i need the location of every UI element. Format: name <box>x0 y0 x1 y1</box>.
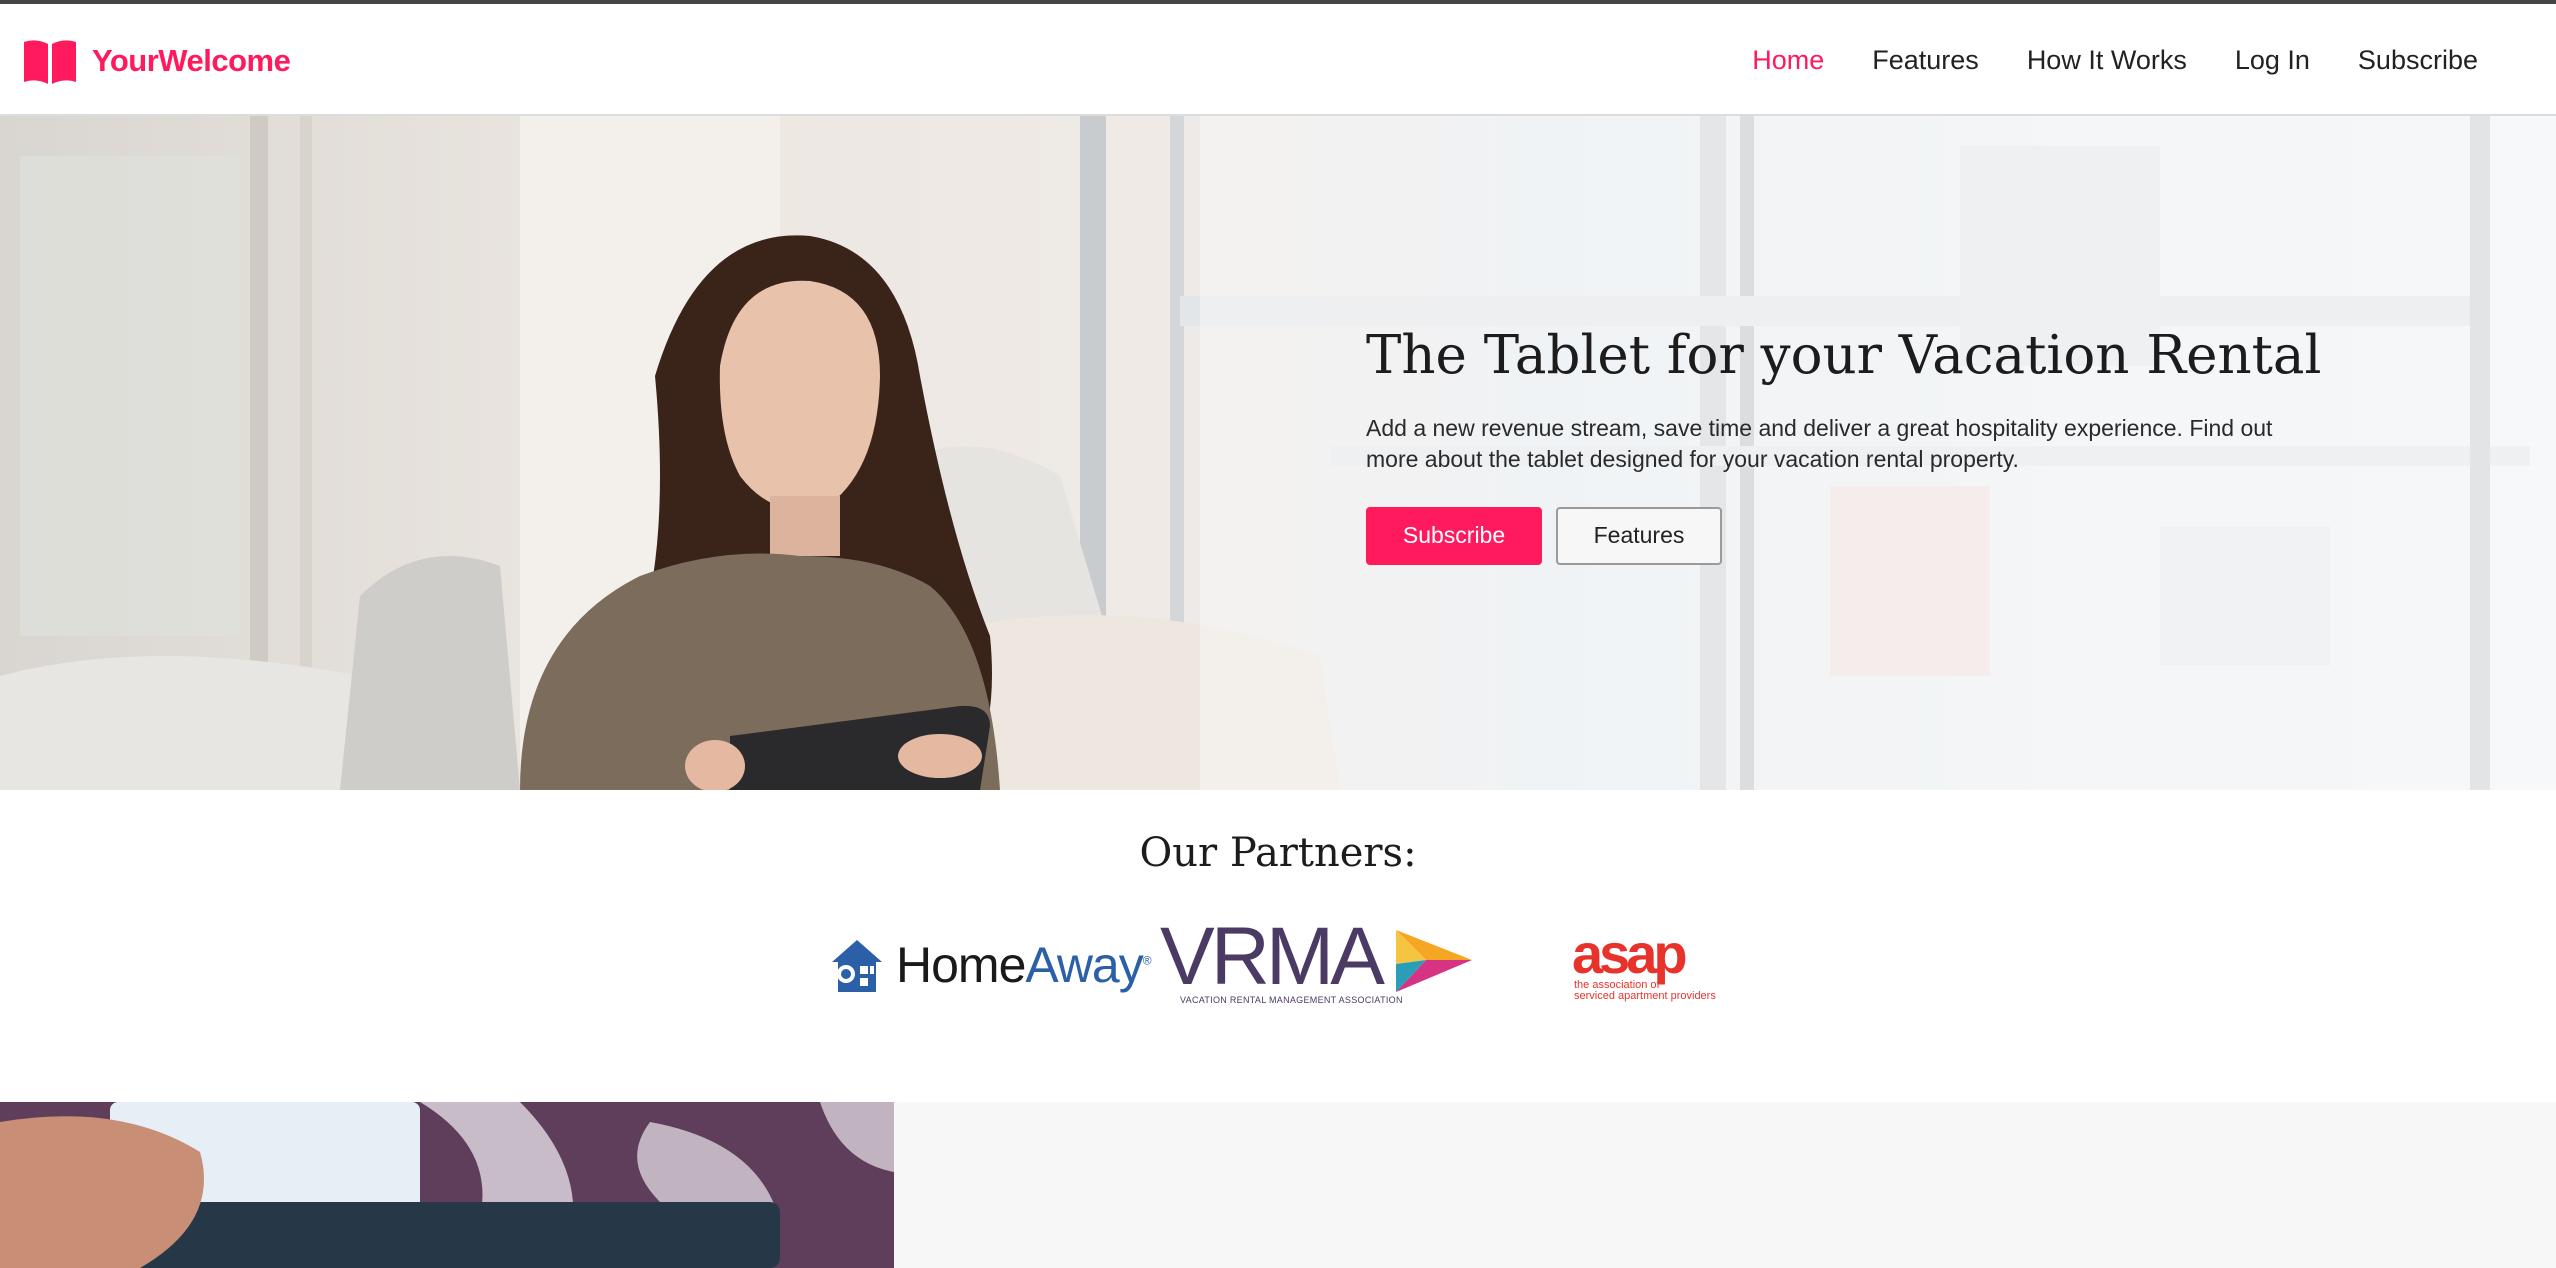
partners-title: Our Partners: <box>1139 830 1417 876</box>
vrma-logo[interactable]: VRMA VACATION RENTAL MANAGEMENT ASSOCIAT… <box>1160 916 1472 1008</box>
hero-title: The Tablet for your Vacation Rental <box>1366 325 2322 386</box>
credit-card-tablet-photo <box>0 1102 894 1268</box>
site-header: YourWelcome Home Features How It Works L… <box>0 4 2556 116</box>
subscribe-button[interactable]: Subscribe <box>1366 506 1542 565</box>
hero-subtitle: Add a new revenue stream, save time and … <box>1366 414 2273 472</box>
brand-name: YourWelcome <box>92 43 291 78</box>
brand-link[interactable]: YourWelcome <box>22 36 291 86</box>
vrma-arrow-icon <box>1396 930 1472 992</box>
homeaway-home-text: Home <box>896 937 1026 993</box>
nav-how-it-works[interactable]: How It Works <box>2027 45 2187 76</box>
bottom-photo-art <box>0 1102 894 1268</box>
asap-wordmark: asap <box>1572 922 1688 985</box>
vrma-wordmark: VRMA <box>1160 911 1385 1002</box>
homeaway-away-text: Away <box>1025 937 1143 993</box>
homeaway-reg-mark: ® <box>1142 953 1152 968</box>
features-button[interactable]: Features <box>1556 506 1722 565</box>
asap-logo[interactable]: asap the association of serviced apartme… <box>1572 926 1732 1002</box>
homeaway-logo[interactable]: HomeAway® <box>826 936 1152 994</box>
homeaway-wordmark: HomeAway® <box>896 936 1152 994</box>
nav-home[interactable]: Home <box>1752 45 1824 76</box>
main-nav: Home Features How It Works Log In Subscr… <box>1752 45 2478 76</box>
nav-log-in[interactable]: Log In <box>2235 45 2310 76</box>
hero-section: The Tablet for your Vacation Rental Add … <box>0 116 2556 790</box>
nav-subscribe[interactable]: Subscribe <box>2358 45 2478 76</box>
asap-caption: the association of serviced apartment pr… <box>1574 980 1716 1002</box>
bottom-content-panel <box>894 1102 2556 1268</box>
homeaway-house-icon <box>832 940 882 992</box>
hero-buttons: Subscribe Features <box>1366 506 2326 565</box>
hero-text: The Tablet for your Vacation Rental Add … <box>1366 325 2326 565</box>
vrma-caption: VACATION RENTAL MANAGEMENT ASSOCIATION <box>1180 995 1403 1005</box>
asap-caption-line-2: serviced apartment providers <box>1574 990 1716 1002</box>
nav-features[interactable]: Features <box>1872 45 1979 76</box>
open-book-icon <box>24 40 76 84</box>
